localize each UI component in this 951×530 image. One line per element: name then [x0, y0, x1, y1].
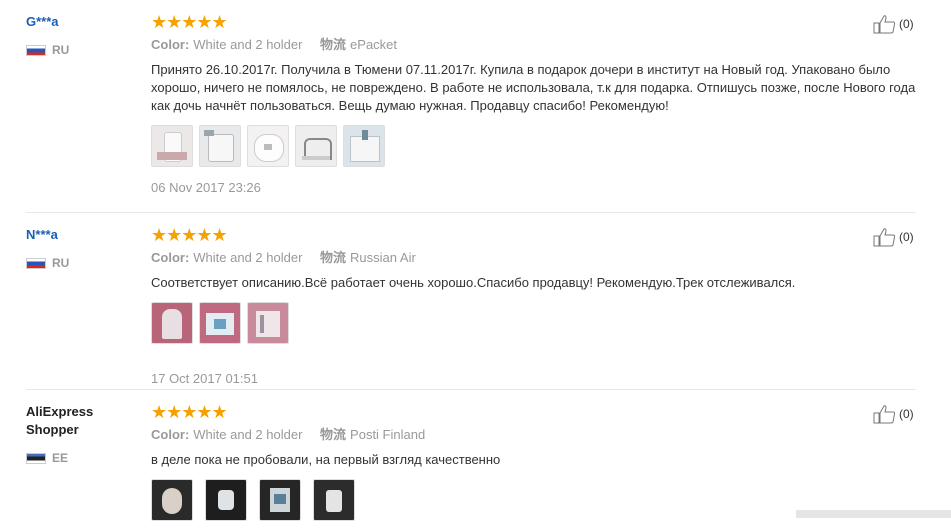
reviewer-info: N***a RU — [26, 226, 141, 272]
review-photo[interactable] — [151, 302, 193, 344]
star-rating: ★★★★★ — [151, 12, 228, 32]
color-value: White and 2 holder — [193, 37, 303, 52]
country-code: EE — [52, 451, 69, 465]
helpful-button[interactable]: (0) — [873, 227, 914, 247]
review-body: ★★★★★ Color: White and 2 holder 物流 Russian… — [151, 225, 795, 386]
color-value: White and 2 holder — [193, 427, 303, 442]
review-photo[interactable] — [343, 125, 385, 167]
review-meta: Color: White and 2 holder 物流 ePacket — [151, 37, 791, 53]
shipping-label: 物流 — [320, 250, 347, 265]
shipping-label: 物流 — [320, 37, 347, 52]
country-code: RU — [52, 43, 70, 57]
review-item: G***a RU ★★★★★ Color: White and 2 holder … — [26, 0, 916, 213]
review-text: в деле пока не пробовали, на первый взгл… — [151, 452, 501, 467]
shipping-label: 物流 — [320, 427, 347, 442]
review-photo[interactable] — [199, 125, 241, 167]
review-photos — [151, 125, 791, 167]
review-date: 17 Oct 2017 01:51 — [151, 371, 258, 386]
reviewer-info: AliExpress Shopper EE — [26, 403, 141, 467]
helpful-button[interactable]: (0) — [873, 404, 914, 424]
reviewer-name[interactable]: N***a — [26, 226, 141, 244]
review-body: ★★★★★ Color: White and 2 holder 物流 Posti F… — [151, 403, 791, 521]
helpful-count: (0) — [899, 230, 914, 244]
review-meta: Color: White and 2 holder 物流 Russian Air — [151, 250, 791, 266]
reviewer-info: G***a RU — [26, 13, 141, 59]
review-date: 06 Nov 2017 23:26 — [151, 180, 261, 195]
color-label: Color: — [151, 37, 190, 52]
shipping-value: Posti Finland — [350, 427, 426, 442]
thumbs-up-icon — [873, 15, 896, 34]
horizontal-scrollbar[interactable] — [796, 510, 951, 518]
reviewer-name-line2: Shopper — [26, 422, 79, 437]
flag-ru-icon — [26, 44, 46, 56]
thumbs-up-icon — [873, 405, 896, 424]
color-label: Color: — [151, 427, 190, 442]
review-meta: Color: White and 2 holder 物流 Posti Finland — [151, 427, 791, 443]
reviewer-name[interactable]: G***a — [26, 13, 141, 31]
review-photos — [151, 302, 791, 344]
star-rating: ★★★★★ — [151, 402, 228, 422]
shipping-value: ePacket — [350, 37, 398, 52]
color-label: Color: — [151, 250, 190, 265]
review-photo[interactable] — [199, 302, 241, 344]
review-text: Принято 26.10.2017г. Получила в Тюмени 0… — [151, 62, 916, 113]
review-photo[interactable] — [151, 479, 193, 521]
review-text: Соответствует описанию.Всё работает очен… — [151, 275, 796, 290]
review-photo[interactable] — [247, 125, 289, 167]
shipping-value: Russian Air — [350, 250, 416, 265]
reviewer-country: RU — [26, 254, 141, 272]
review-photo[interactable] — [247, 302, 289, 344]
review-photo[interactable] — [205, 479, 247, 521]
star-rating: ★★★★★ — [151, 225, 228, 245]
review-photos — [151, 479, 791, 521]
review-photo[interactable] — [259, 479, 301, 521]
thumbs-up-icon — [873, 228, 896, 247]
reviewer-country: EE — [26, 449, 141, 467]
color-value: White and 2 holder — [193, 250, 303, 265]
review-body: ★★★★★ Color: White and 2 holder 物流 ePacket… — [151, 12, 915, 195]
helpful-count: (0) — [899, 17, 914, 31]
flag-ee-icon — [26, 452, 46, 464]
flag-ru-icon — [26, 257, 46, 269]
review-item: N***a RU ★★★★★ Color: White and 2 holder … — [26, 213, 916, 390]
reviewer-country: RU — [26, 41, 141, 59]
review-item: AliExpress Shopper EE ★★★★★ Color: White … — [26, 390, 916, 530]
helpful-button[interactable]: (0) — [873, 14, 914, 34]
review-photo[interactable] — [151, 125, 193, 167]
review-photo[interactable] — [313, 479, 355, 521]
country-code: RU — [52, 256, 70, 270]
reviewer-name-line1: AliExpress — [26, 404, 94, 419]
helpful-count: (0) — [899, 407, 914, 421]
review-photo[interactable] — [295, 125, 337, 167]
